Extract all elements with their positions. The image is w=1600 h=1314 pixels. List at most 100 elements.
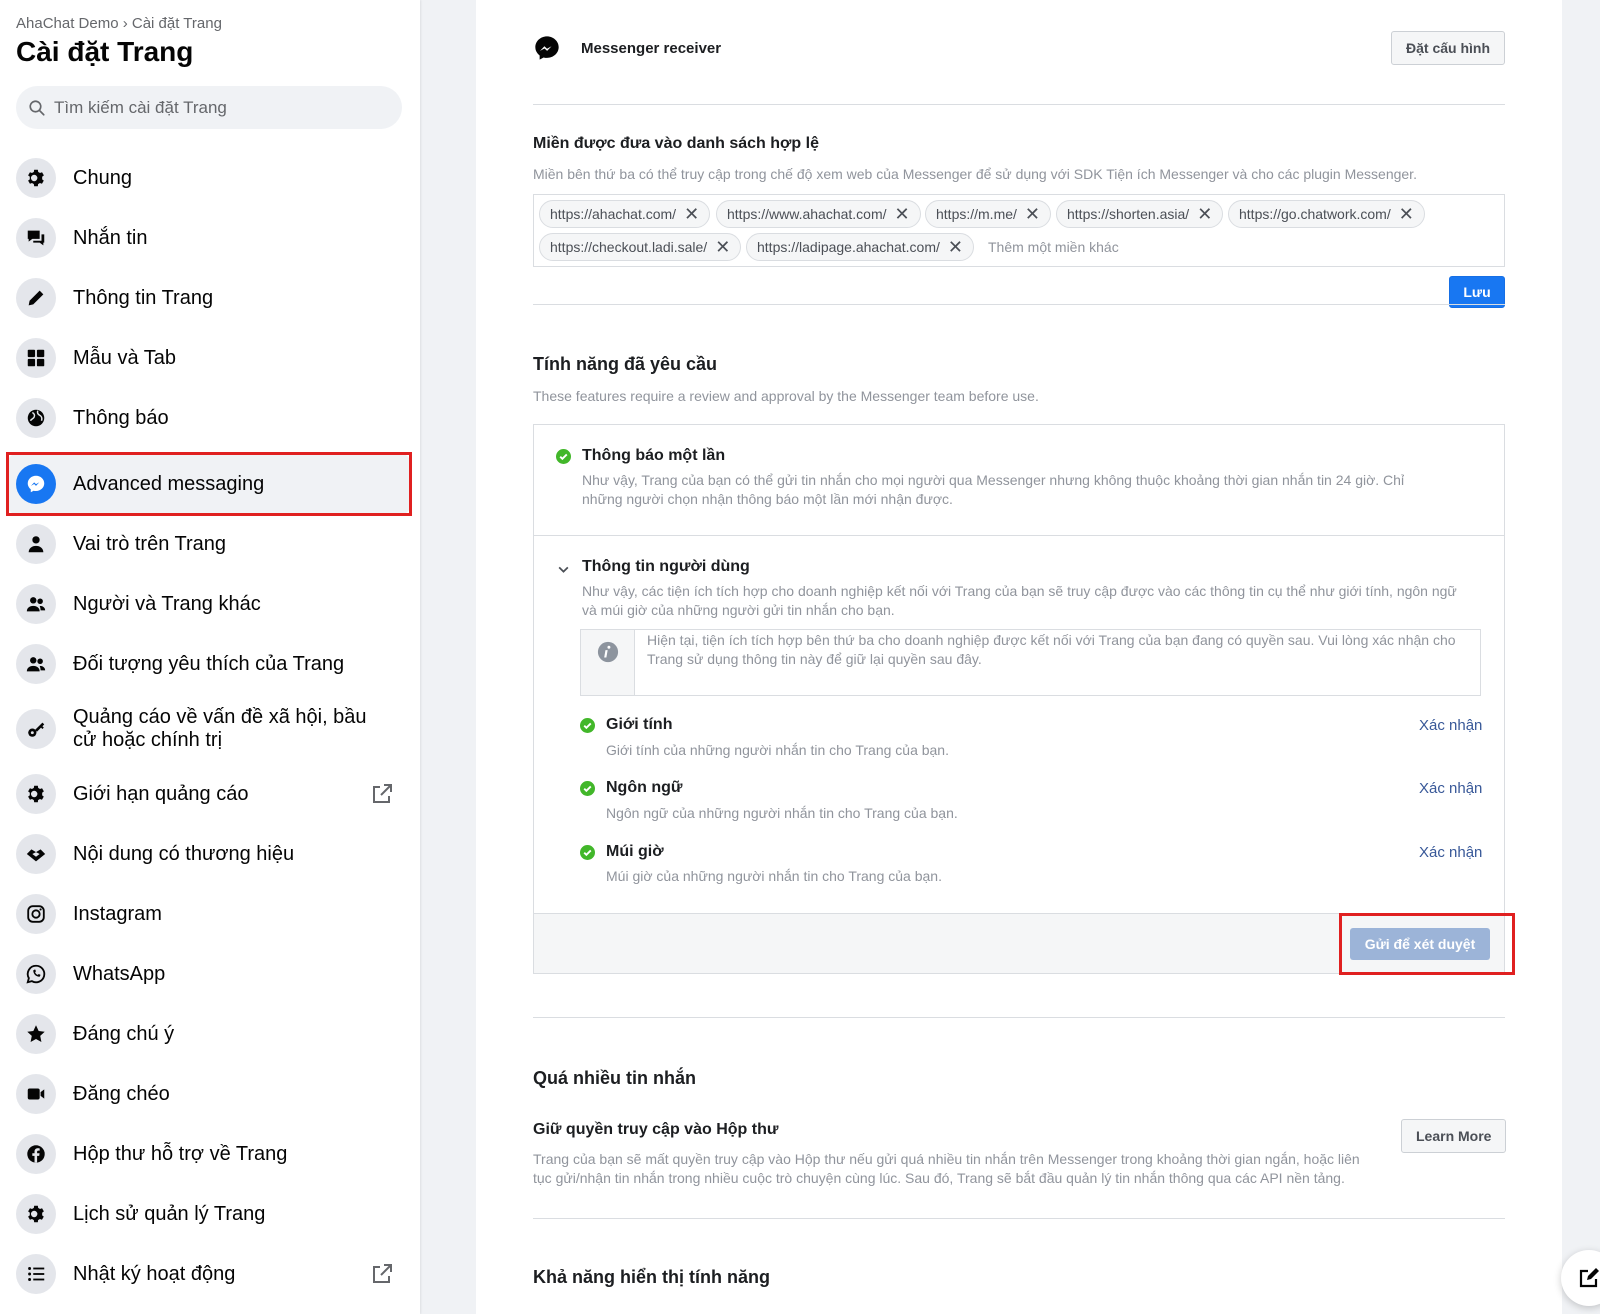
domain-tag: https://go.chatwork.com/ ✕ [1228, 200, 1425, 228]
section-divider [533, 304, 1505, 305]
permission-gender-title: Giới tính [606, 716, 673, 733]
domain-tag-label: https://shorten.asia/ [1067, 206, 1190, 222]
sidebar-item-ad-limits[interactable]: Giới hạn quảng cáo [8, 764, 410, 824]
breadcrumb[interactable]: AhaChat Demo › Cài đặt Trang [16, 15, 222, 32]
remove-tag-icon[interactable]: ✕ [684, 204, 699, 225]
search-input[interactable] [54, 97, 374, 118]
sidebar-item-templates-tabs[interactable]: Mẫu và Tab [8, 328, 410, 388]
sidebar-item-label: Người và Trang khác [73, 592, 261, 615]
settings-sidebar: AhaChat Demo › Cài đặt Trang Cài đặt Tra… [0, 0, 420, 1314]
sidebar-item-label: Đối tượng yêu thích của Trang [73, 652, 345, 675]
sidebar-item-people-pages[interactable]: Người và Trang khác [8, 574, 410, 634]
domain-tag: https://shorten.asia/ ✕ [1056, 200, 1224, 228]
inbox-access-description: Trang của bạn sẽ mất quyền truy cập vào … [533, 1151, 1360, 1186]
messenger-receiver-label: Messenger receiver [581, 39, 722, 57]
instagram-icon [16, 894, 56, 934]
section-divider [533, 1218, 1505, 1219]
pencil-icon [16, 278, 56, 318]
facebook-icon [16, 1134, 56, 1174]
permission-language-title: Ngôn ngữ [606, 779, 683, 796]
domain-tag: https://checkout.ladi.sale/ ✕ [539, 233, 742, 261]
check-circle-icon [556, 449, 571, 464]
gear-icon [16, 158, 56, 198]
sidebar-item-notifications[interactable]: Thông báo [8, 388, 410, 448]
sidebar-item-branded-content[interactable]: Nội dung có thương hiệu [8, 824, 410, 884]
permission-gender-description: Giới tính của những người nhắn tin cho T… [606, 742, 949, 758]
remove-tag-icon[interactable]: ✕ [1025, 204, 1040, 225]
sidebar-item-crossposting[interactable]: Đăng chéo [8, 1064, 410, 1124]
sidebar-item-general[interactable]: Chung [8, 148, 410, 208]
domain-tag: https://ladipage.ahachat.com/ ✕ [746, 233, 974, 261]
confirm-gender-link[interactable]: Xác nhận [1419, 717, 1482, 734]
sidebar-item-political-ads[interactable]: Quảng cáo về vấn đề xã hội, bầu cử hoặc … [8, 694, 410, 764]
sidebar-item-featured[interactable]: Đáng chú ý [8, 1004, 410, 1064]
search-icon [29, 99, 45, 116]
check-circle-icon [580, 845, 595, 860]
key-icon [16, 709, 56, 749]
sidebar-item-instagram[interactable]: Instagram [8, 884, 410, 944]
search-bar[interactable] [16, 86, 402, 129]
grid-icon [16, 338, 56, 378]
remove-tag-icon[interactable]: ✕ [1197, 204, 1212, 225]
sidebar-item-label: Đăng chéo [73, 1082, 170, 1105]
sidebar-item-label: Thông báo [73, 406, 169, 429]
info-notice: Hiện tại, tiện ích tích hợp bên thứ ba c… [580, 629, 1481, 696]
sidebar-item-label: Hộp thư hỗ trợ về Trang [73, 1142, 288, 1165]
handshake-icon [16, 834, 56, 874]
permission-timezone-title: Múi giờ [606, 843, 664, 860]
sidebar-item-label: WhatsApp [73, 962, 166, 985]
confirm-language-link[interactable]: Xác nhận [1419, 780, 1482, 797]
domain-tag-label: https://ahachat.com/ [550, 206, 677, 222]
sidebar-item-messaging[interactable]: Nhắn tin [8, 208, 410, 268]
permission-language-description: Ngôn ngữ của những người nhắn tin cho Tr… [606, 805, 958, 821]
learn-more-button[interactable]: Learn More [1401, 1119, 1507, 1153]
info-icon [597, 641, 619, 663]
domain-tag: https://ahachat.com/ ✕ [539, 200, 711, 228]
inbox-access-subtitle: Giữ quyền truy cập vào Hộp thư [533, 1121, 779, 1138]
star-icon [16, 1014, 56, 1054]
sidebar-item-preferred-audience[interactable]: Đối tượng yêu thích của Trang [8, 634, 410, 694]
configure-button[interactable]: Đặt cấu hình [1391, 31, 1506, 65]
video-icon [16, 1074, 56, 1114]
sidebar-item-label: Giới hạn quảng cáo [73, 782, 249, 805]
add-domain-placeholder[interactable]: Thêm một miền khác [988, 239, 1119, 255]
domain-tag-label: https://m.me/ [936, 206, 1017, 222]
user-info-description: Như vậy, các tiện ích tích hợp cho doanh… [582, 583, 1457, 618]
too-many-messages-title: Quá nhiều tin nhắn [533, 1068, 696, 1088]
remove-tag-icon[interactable]: ✕ [895, 204, 910, 225]
gear-icon [16, 1194, 56, 1234]
sidebar-item-page-roles[interactable]: Vai trò trên Trang [8, 514, 410, 574]
remove-tag-icon[interactable]: ✕ [715, 237, 730, 258]
sidebar-item-label: Chung [73, 166, 132, 189]
info-notice-text: Hiện tại, tiện ích tích hợp bên thứ ba c… [647, 632, 1456, 667]
compose-button[interactable] [1561, 1250, 1600, 1306]
domain-tag-label: https://go.chatwork.com/ [1239, 206, 1391, 222]
permission-timezone-description: Múi giờ của những người nhắn tin cho Tra… [606, 868, 942, 884]
confirm-timezone-link[interactable]: Xác nhận [1419, 844, 1482, 861]
sidebar-item-management-history[interactable]: Lịch sử quản lý Trang [8, 1184, 410, 1244]
features-description: These features require a review and appr… [533, 388, 1039, 404]
domain-tag: https://m.me/ ✕ [925, 200, 1052, 228]
sidebar-item-activity-log[interactable]: Nhật ký hoạt động [8, 1244, 410, 1304]
person-icon [16, 524, 56, 564]
section-divider [533, 1017, 1505, 1018]
domain-tag: https://www.ahachat.com/ ✕ [716, 200, 921, 228]
check-circle-icon [580, 718, 595, 733]
domain-tag-label: https://ladipage.ahachat.com/ [757, 239, 940, 255]
chevron-down-icon[interactable] [557, 563, 570, 576]
people-icon [16, 584, 56, 624]
domain-tag-label: https://www.ahachat.com/ [727, 206, 887, 222]
info-notice-icon-area [581, 630, 635, 695]
remove-tag-icon[interactable]: ✕ [948, 237, 963, 258]
one-time-notification-title: Thông báo một lần [582, 447, 726, 464]
remove-tag-icon[interactable]: ✕ [1399, 204, 1414, 225]
messenger-receiver-row: Messenger receiver [533, 30, 1505, 66]
annotation-highlight-box [6, 452, 412, 516]
domain-tag-label: https://checkout.ladi.sale/ [550, 239, 708, 255]
sidebar-item-page-info[interactable]: Thông tin Trang [8, 268, 410, 328]
user-info-title[interactable]: Thông tin người dùng [582, 558, 750, 576]
sidebar-item-whatsapp[interactable]: WhatsApp [8, 944, 410, 1004]
sidebar-item-label: Nhắn tin [73, 226, 148, 249]
features-title: Tính năng đã yêu cầu [533, 354, 718, 374]
sidebar-item-support-inbox[interactable]: Hộp thư hỗ trợ về Trang [8, 1124, 410, 1184]
